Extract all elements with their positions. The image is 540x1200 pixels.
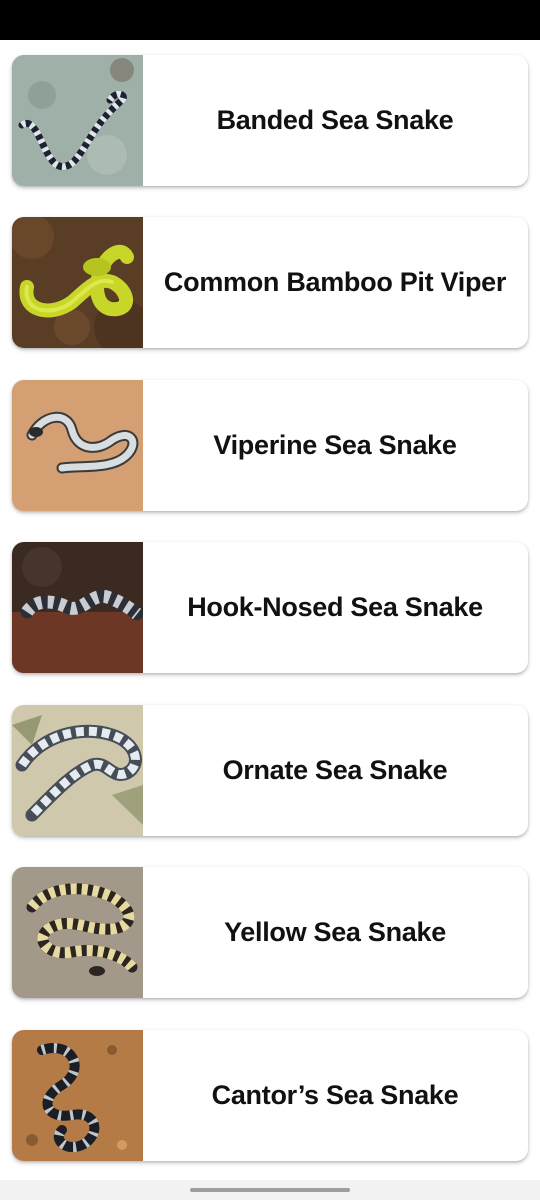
snake-name: Banded Sea Snake bbox=[216, 105, 454, 135]
snake-card[interactable]: Cantor’s Sea Snake bbox=[12, 1030, 528, 1161]
snake-photo bbox=[12, 380, 143, 511]
snake-photo bbox=[12, 542, 143, 673]
snake-name: Ornate Sea Snake bbox=[222, 755, 448, 785]
snake-photo bbox=[12, 217, 143, 348]
snake-name: Cantor’s Sea Snake bbox=[211, 1080, 459, 1110]
snake-card[interactable]: Hook-Nosed Sea Snake bbox=[12, 542, 528, 673]
navigation-bar bbox=[0, 1180, 540, 1200]
snake-name: Common Bamboo Pit Viper bbox=[163, 267, 507, 297]
status-bar bbox=[0, 0, 540, 40]
snake-photo bbox=[12, 55, 143, 186]
snake-card[interactable]: Viperine Sea Snake bbox=[12, 380, 528, 511]
snake-name: Hook-Nosed Sea Snake bbox=[187, 592, 483, 622]
snake-photo bbox=[12, 867, 143, 998]
snake-card[interactable]: Common Bamboo Pit Viper bbox=[12, 217, 528, 348]
snake-card[interactable]: Banded Sea Snake bbox=[12, 55, 528, 186]
home-indicator[interactable] bbox=[190, 1188, 350, 1192]
snake-list[interactable]: Banded Sea Snake Common Bamboo Pit Viper bbox=[0, 40, 540, 1180]
snake-photo bbox=[12, 1030, 143, 1161]
snake-card[interactable]: Yellow Sea Snake bbox=[12, 867, 528, 998]
snake-name: Viperine Sea Snake bbox=[213, 430, 457, 460]
snake-card[interactable]: Ornate Sea Snake bbox=[12, 705, 528, 836]
snake-photo bbox=[12, 705, 143, 836]
snake-name: Yellow Sea Snake bbox=[224, 917, 446, 947]
